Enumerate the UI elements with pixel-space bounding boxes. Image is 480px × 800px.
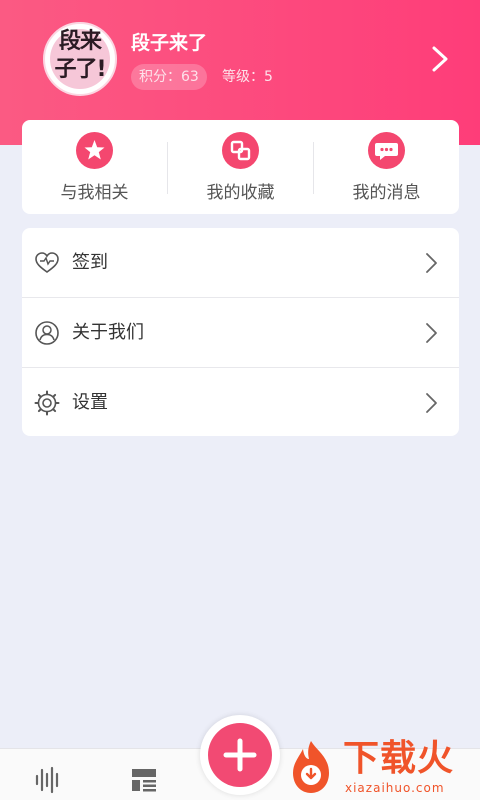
menu-item-label: 关于我们: [72, 322, 144, 343]
layout-icon[interactable]: [130, 766, 158, 794]
watermark-logo: 下载火 xiazaihuo.com: [285, 735, 480, 800]
quick-action-related[interactable]: 与我相关: [22, 120, 167, 214]
chevron-right-icon[interactable]: [428, 44, 452, 74]
chevron-right-icon: [426, 323, 437, 343]
menu-list: 签到 关于我们 设置: [22, 228, 459, 436]
chevron-right-icon: [426, 393, 437, 413]
profile-name: 段子来了: [131, 32, 208, 54]
chevron-right-icon: [426, 253, 437, 273]
menu-item-label: 签到: [72, 252, 108, 273]
collection-icon: [222, 132, 259, 169]
add-button[interactable]: [200, 715, 280, 795]
avatar-text-line-2: 子了!: [54, 57, 106, 82]
audio-wave-icon[interactable]: [34, 766, 62, 794]
menu-item-settings[interactable]: 设置: [22, 368, 459, 436]
menu-item-about[interactable]: 关于我们: [22, 298, 459, 368]
star-icon: [76, 132, 113, 169]
quick-action-messages[interactable]: 我的消息: [314, 120, 459, 214]
flame-logo-icon: [293, 741, 329, 793]
watermark-text: 下载火: [343, 738, 455, 779]
level-label: 等级：5: [222, 69, 273, 85]
quick-action-favorites[interactable]: 我的收藏: [168, 120, 313, 214]
message-icon: [368, 132, 405, 169]
user-circle-icon: [35, 321, 59, 345]
gear-icon: [34, 390, 60, 416]
avatar[interactable]: 段来 子了!: [43, 22, 117, 96]
avatar-text-line-1: 段来: [58, 29, 102, 54]
heart-icon: [35, 252, 59, 273]
quick-action-label: 我的收藏: [206, 183, 275, 203]
points-badge: 积分：63: [131, 64, 207, 90]
menu-item-checkin[interactable]: 签到: [22, 228, 459, 298]
plus-icon: [208, 723, 272, 787]
menu-item-label: 设置: [72, 392, 108, 413]
quick-action-label: 与我相关: [60, 183, 129, 203]
quick-actions-card: 与我相关 我的收藏 我的消息: [22, 120, 459, 214]
avatar-text: 段来 子了!: [45, 28, 115, 84]
quick-action-label: 我的消息: [352, 183, 421, 203]
watermark-url: xiazaihuo.com: [345, 781, 445, 795]
